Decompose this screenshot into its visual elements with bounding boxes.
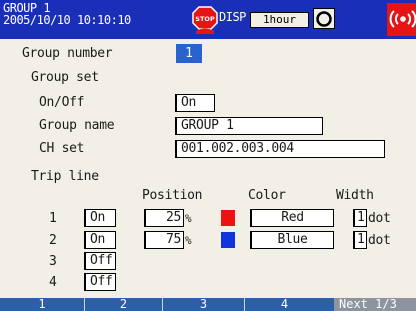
trip-line-1-width[interactable]: 1 <box>353 209 367 227</box>
disp-label: DISP <box>219 10 246 24</box>
group-number-label: Group number <box>22 46 113 61</box>
trip-line-1-color[interactable]: Red <box>250 209 334 227</box>
trip-line-2-onoff[interactable]: On <box>84 231 116 249</box>
camera-icon[interactable] <box>313 8 335 29</box>
position-unit: % <box>185 212 192 225</box>
trip-line-3-onoff[interactable]: Off <box>84 252 116 270</box>
group-onoff-field[interactable]: On <box>175 94 215 112</box>
ch-set-field[interactable]: 001.002.003.004 <box>175 140 385 158</box>
svg-text:STOP: STOP <box>195 15 215 23</box>
softkey-4[interactable]: 4 <box>245 298 324 311</box>
trip-line-heading: Trip line <box>31 169 99 184</box>
trip-line-1-position[interactable]: 25 <box>144 209 184 227</box>
trip-line-4-onoff[interactable]: Off <box>84 273 116 291</box>
trip-line-number: 3 <box>49 254 57 269</box>
alarm-glyph <box>389 10 416 28</box>
alarm-icon <box>387 3 416 36</box>
group-name-field[interactable]: GROUP 1 <box>175 117 323 135</box>
trip-line-number: 1 <box>49 211 57 226</box>
group-number-field[interactable]: 1 <box>176 44 202 63</box>
softkey-2[interactable]: 2 <box>85 298 163 311</box>
softkey-1[interactable]: 1 <box>0 298 85 311</box>
camera-glyph <box>316 11 332 27</box>
position-column-header: Position <box>142 188 203 203</box>
datetime-display: 2005/10/10 10:10:10 <box>3 13 131 27</box>
trip-line-number: 2 <box>49 233 57 248</box>
width-unit: dot <box>368 233 391 248</box>
color-column-header: Color <box>248 188 286 203</box>
position-unit: % <box>185 234 192 247</box>
onoff-label: On/Off <box>39 95 85 110</box>
width-column-header: Width <box>336 188 374 203</box>
trip-line-2-color-swatch <box>221 232 235 248</box>
trip-line-2-color[interactable]: Blue <box>250 231 334 249</box>
width-unit: dot <box>368 211 391 226</box>
trip-line-1-onoff[interactable]: On <box>84 209 116 227</box>
trip-line-2-position[interactable]: 75 <box>144 231 184 249</box>
next-page-softkey[interactable]: Next 1/3 <box>334 298 416 311</box>
trip-line-1-color-swatch <box>221 210 235 226</box>
time-span-display: 1hour <box>250 12 309 28</box>
status-header: GROUP 1 2005/10/10 10:10:10 STOP DISP 1h… <box>0 0 416 39</box>
softkey-3[interactable]: 3 <box>163 298 245 311</box>
header-title: GROUP 1 2005/10/10 10:10:10 <box>3 2 131 26</box>
ch-set-label: CH set <box>39 141 85 156</box>
group-name-label: Group name <box>39 118 115 133</box>
stop-icon: STOP <box>192 6 218 34</box>
trip-line-2-width[interactable]: 1 <box>353 231 367 249</box>
group-set-heading: Group set <box>31 70 99 85</box>
trip-line-number: 4 <box>49 275 57 290</box>
